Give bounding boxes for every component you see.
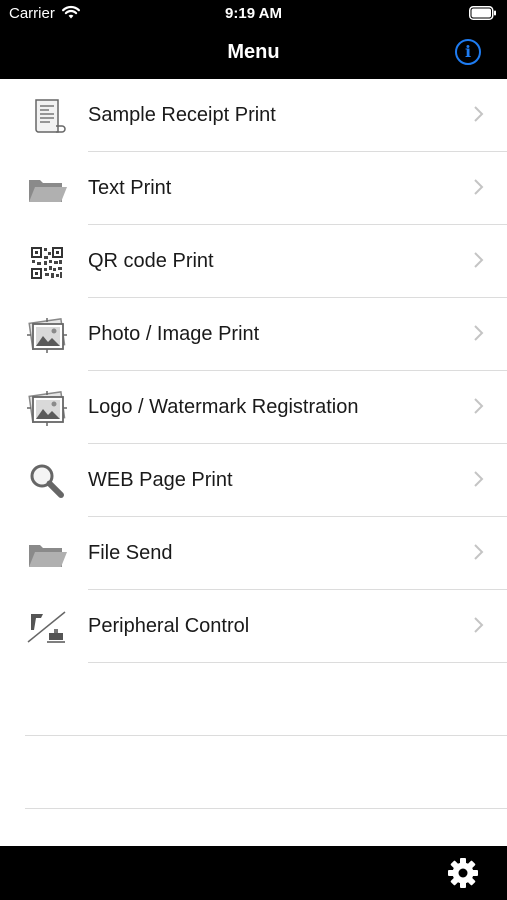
menu-item-label: Peripheral Control [88, 615, 249, 638]
menu-item-label: WEB Page Print [88, 469, 233, 492]
chevron-right-icon [473, 249, 485, 271]
empty-row [0, 736, 507, 809]
chevron-right-icon [473, 614, 485, 636]
chevron-right-icon [473, 103, 485, 125]
gear-icon[interactable] [447, 857, 479, 889]
qr-code-icon [25, 243, 69, 281]
photo-icon [25, 316, 69, 354]
menu-item-label: Sample Receipt Print [88, 104, 276, 127]
chevron-right-icon [473, 176, 485, 198]
bottom-toolbar [0, 846, 507, 900]
menu-item-label: Photo / Image Print [88, 323, 259, 346]
photo-icon [25, 389, 69, 427]
menu-item-file-send[interactable]: File Send [0, 517, 507, 590]
menu-item-text-print[interactable]: Text Print [0, 152, 507, 225]
chevron-right-icon [473, 395, 485, 417]
folder-icon [25, 170, 69, 208]
menu-item-web-page-print[interactable]: WEB Page Print [0, 444, 507, 517]
chevron-right-icon [473, 322, 485, 344]
menu-item-qr-code-print[interactable]: QR code Print [0, 225, 507, 298]
menu-item-logo-watermark-registration[interactable]: Logo / Watermark Registration [0, 371, 507, 444]
peripheral-icon [25, 608, 69, 646]
folder-icon [25, 535, 69, 573]
menu-item-label: Text Print [88, 177, 171, 200]
chevron-right-icon [473, 468, 485, 490]
menu-item-label: QR code Print [88, 250, 214, 273]
page-title: Menu [0, 41, 507, 64]
menu-item-label: Logo / Watermark Registration [88, 396, 358, 419]
receipt-icon [25, 97, 69, 135]
status-bar: Carrier 9:19 AM [0, 0, 507, 28]
menu-item-label: File Send [88, 542, 173, 565]
magnifier-icon [25, 462, 69, 500]
menu-item-photo-image-print[interactable]: Photo / Image Print [0, 298, 507, 371]
menu-item-sample-receipt-print[interactable]: Sample Receipt Print [0, 79, 507, 152]
info-icon[interactable]: i [455, 39, 481, 65]
menu-item-peripheral-control[interactable]: Peripheral Control [0, 590, 507, 663]
navigation-bar: Menu i [0, 28, 507, 79]
row-separator [25, 808, 507, 809]
menu-list: Sample Receipt Print Text Print [0, 79, 507, 809]
chevron-right-icon [473, 541, 485, 563]
empty-row [0, 663, 507, 736]
status-time: 9:19 AM [0, 5, 507, 22]
battery-icon [469, 6, 497, 20]
